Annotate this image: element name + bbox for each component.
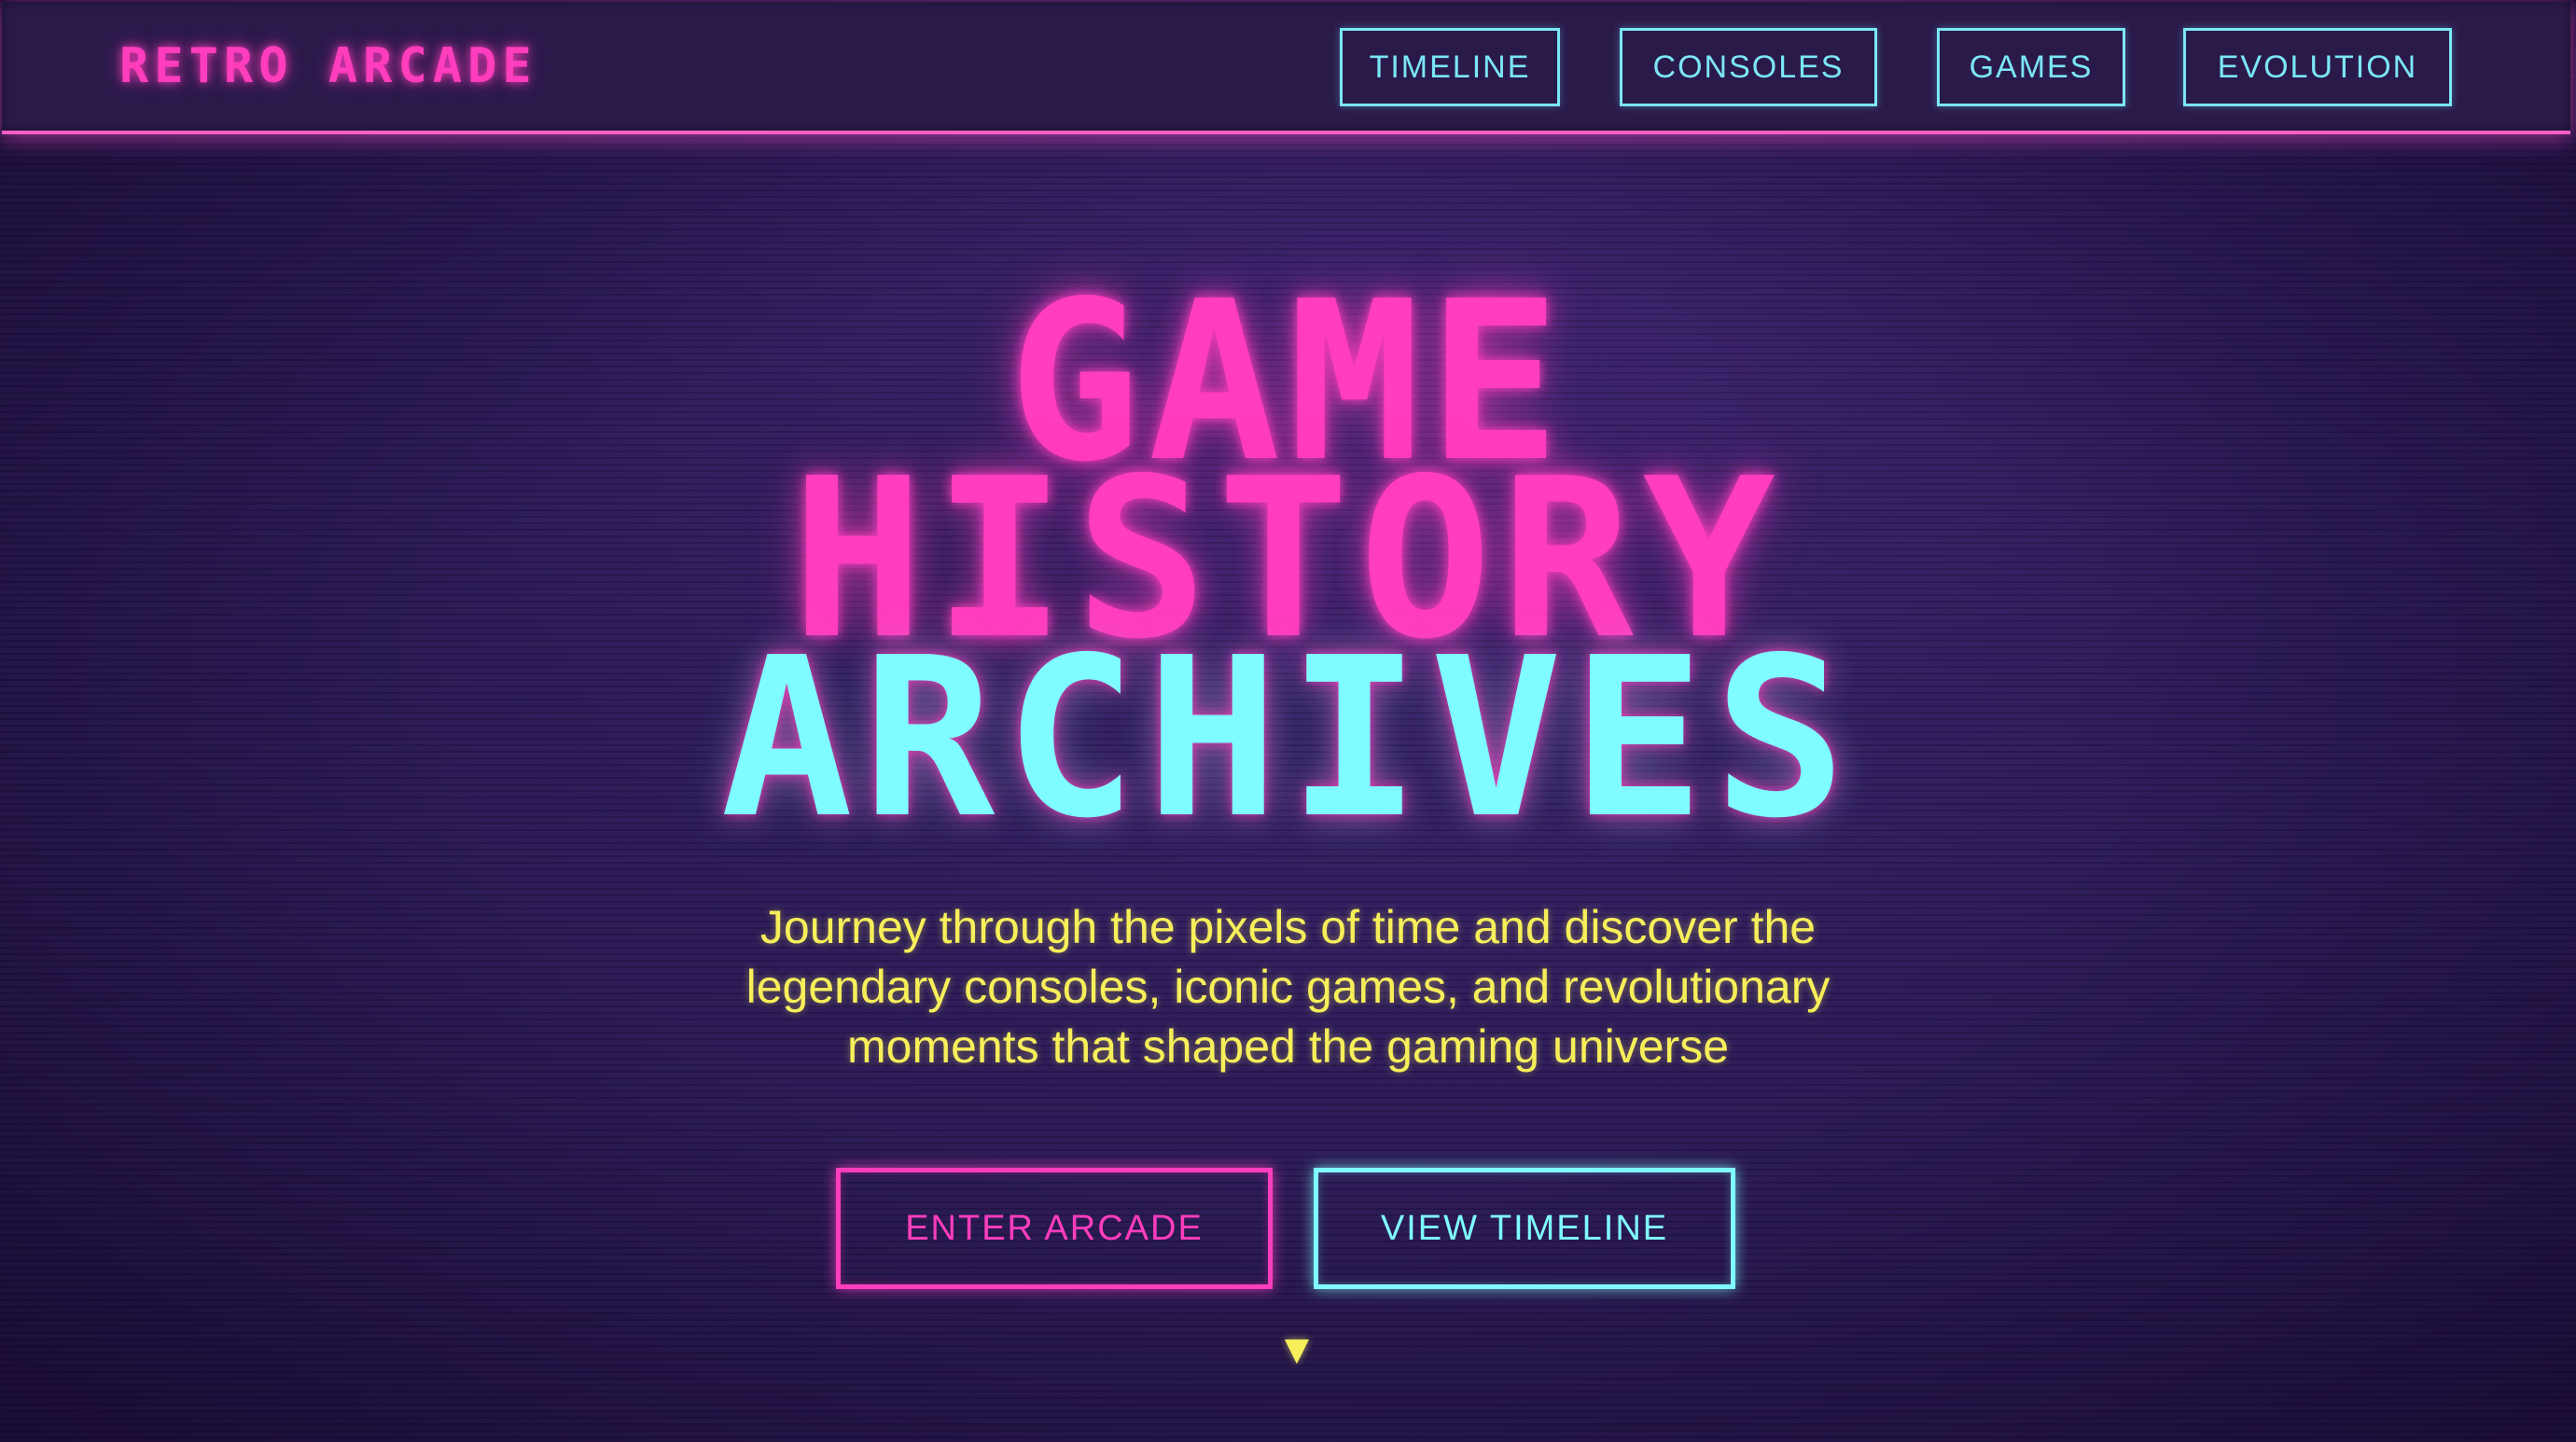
enter-arcade-button[interactable]: ENTER ARCADE bbox=[836, 1168, 1273, 1289]
nav-link-timeline[interactable]: TIMELINE bbox=[1340, 28, 1560, 106]
chevron-down-icon[interactable]: ▼ bbox=[1283, 1334, 1311, 1366]
site-logo[interactable]: RETRO ARCADE bbox=[119, 34, 537, 99]
top-navigation: RETRO ARCADE TIMELINE CONSOLES GAMES EVO… bbox=[2, 2, 2570, 134]
hero-subtitle-line-1: Journey through the pixels of time and d… bbox=[759, 901, 1817, 953]
hero-title-line-archives: ARCHIVES bbox=[720, 610, 1856, 867]
hero-subtitle-line-2: legendary consoles, iconic games, and re… bbox=[745, 961, 1831, 1013]
nav-link-consoles[interactable]: CONSOLES bbox=[1620, 28, 1877, 106]
nav-link-games[interactable]: GAMES bbox=[1937, 28, 2125, 106]
hero-subtitle-line-3: moments that shaped the gaming universe bbox=[847, 1020, 1729, 1073]
hero-subtitle: Journey through the pixels of time and d… bbox=[560, 897, 2016, 1076]
view-timeline-button[interactable]: VIEW TIMELINE bbox=[1314, 1168, 1735, 1289]
nav-link-evolution[interactable]: EVOLUTION bbox=[2183, 28, 2452, 106]
